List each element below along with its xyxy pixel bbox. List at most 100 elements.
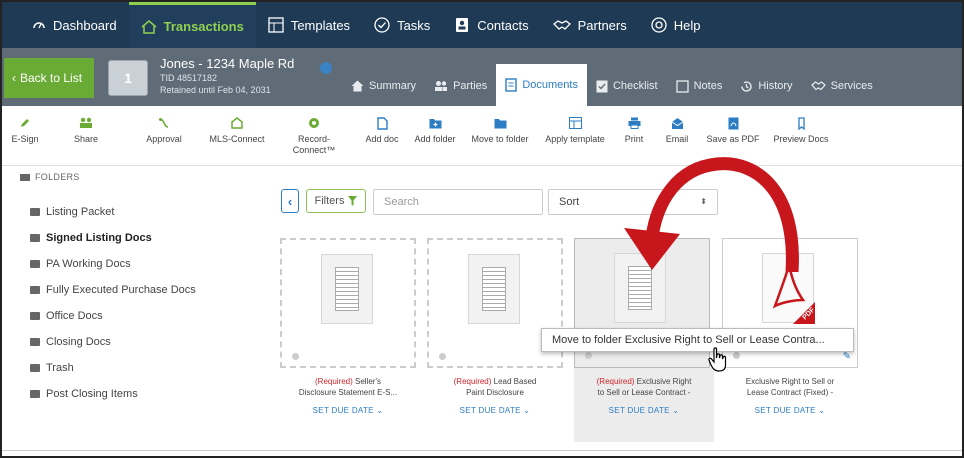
folder-icon xyxy=(30,286,40,294)
nav-contacts[interactable]: Contacts xyxy=(442,2,540,48)
handshake-icon xyxy=(552,18,571,32)
folder-icon xyxy=(20,173,30,181)
nav-help[interactable]: Help xyxy=(639,2,713,48)
folders-heading: FOLDERS xyxy=(20,172,260,182)
nav-label: Transactions xyxy=(163,19,244,34)
mls-icon xyxy=(231,116,243,130)
pen-icon xyxy=(19,116,31,130)
sort-label: Sort xyxy=(559,196,580,208)
tool-label: Record- Connect™ xyxy=(292,134,336,155)
document-select-dot[interactable] xyxy=(733,352,740,359)
tab-checklist[interactable]: Checklist xyxy=(587,66,667,106)
tab-services[interactable]: Services xyxy=(802,66,882,106)
filters-button[interactable]: Filters xyxy=(306,189,366,213)
approval-button[interactable]: Approval xyxy=(124,106,204,165)
tab-documents[interactable]: Documents xyxy=(496,64,587,106)
nav-label: Help xyxy=(673,17,701,33)
nav-tasks[interactable]: Tasks xyxy=(362,2,442,48)
add-doc-button[interactable]: Add doc xyxy=(358,106,406,165)
record-thumbnail: 1 xyxy=(108,60,148,96)
share-button[interactable]: Share xyxy=(48,106,124,165)
document-title-4[interactable]: Exclusive Right to Sell or Lease Contract… xyxy=(720,376,860,398)
doc-name-line1: Exclusive Right xyxy=(634,377,692,386)
tab-label: Summary xyxy=(369,80,417,92)
nav-dashboard[interactable]: Dashboard xyxy=(20,2,129,48)
document-select-dot[interactable] xyxy=(292,353,299,360)
set-due-date-link-3[interactable]: SET DUE DATE ⌄ xyxy=(574,406,714,415)
nav-templates[interactable]: Templates xyxy=(256,2,362,48)
folder-post-closing-items[interactable]: Post Closing Items xyxy=(30,388,138,400)
tab-label: Parties xyxy=(453,80,488,92)
apply-template-button[interactable]: Apply template xyxy=(536,106,614,165)
tab-label: Notes xyxy=(693,80,723,92)
folder-trash[interactable]: Trash xyxy=(30,362,74,374)
record-tid: TID 48517182 xyxy=(160,73,218,83)
back-to-list-button[interactable]: ‹ Back to List xyxy=(4,58,94,98)
chevron-down-icon: ⌄ xyxy=(818,406,826,415)
home-icon xyxy=(141,19,157,34)
e-sign-button[interactable]: E-Sign xyxy=(2,106,48,165)
record-connect-icon xyxy=(308,116,320,130)
chevron-down-icon: ⌄ xyxy=(376,406,384,415)
back-label: Back to List xyxy=(20,71,83,85)
history-icon xyxy=(740,80,753,93)
add-folder-icon xyxy=(429,116,442,130)
email-icon xyxy=(671,116,684,130)
record-retention[interactable]: Retained until Feb 04, 2031 xyxy=(160,85,294,95)
edit-pencil-icon[interactable]: ✎ xyxy=(843,351,851,362)
nav-transactions[interactable]: Transactions xyxy=(128,2,256,48)
hand-cursor-icon xyxy=(708,347,727,372)
folder-label: Trash xyxy=(46,362,74,374)
tab-parties[interactable]: Parties xyxy=(425,66,496,106)
document-select-dot[interactable] xyxy=(585,352,592,359)
nav-label: Templates xyxy=(290,17,351,33)
tab-label: History xyxy=(758,80,793,92)
folder-closing-docs[interactable]: Closing Docs xyxy=(30,336,111,348)
doc-name-line2: to Sell or Lease Contract - xyxy=(597,388,691,397)
tab-summary[interactable]: Summary xyxy=(342,66,425,106)
record-title: Jones - 1234 Maple Rd xyxy=(160,56,295,71)
document-title-3[interactable]: (Required) Exclusive Right to Sell or Lea… xyxy=(574,376,714,398)
document-thumbnail xyxy=(321,254,373,324)
folder-pa-working-docs[interactable]: PA Working Docs xyxy=(30,258,131,270)
record-dropdown-button[interactable] xyxy=(320,62,332,74)
add-folder-button[interactable]: Add folder xyxy=(406,106,464,165)
required-badge: (Required) xyxy=(453,377,492,386)
set-due-date-link-4[interactable]: SET DUE DATE ⌄ xyxy=(720,406,860,415)
folder-office-docs[interactable]: Office Docs xyxy=(30,310,103,322)
record-connect-button[interactable]: Record- Connect™ xyxy=(270,106,358,165)
document-select-dot[interactable] xyxy=(439,353,446,360)
mls-connect-button[interactable]: MLS-Connect xyxy=(204,106,270,165)
move-to-folder-button[interactable]: Move to folder xyxy=(464,106,536,165)
tool-label: MLS-Connect xyxy=(209,134,265,144)
folder-icon xyxy=(30,338,40,346)
required-badge: (Required) xyxy=(596,377,635,386)
tool-label: Approval xyxy=(146,134,182,144)
set-due-date-link-2[interactable]: SET DUE DATE ⌄ xyxy=(425,406,565,415)
folder-fully-executed-purchase-docs[interactable]: Fully Executed Purchase Docs xyxy=(30,284,196,296)
folder-icon xyxy=(30,234,40,242)
help-icon xyxy=(651,17,667,33)
folder-listing-packet[interactable]: Listing Packet xyxy=(30,206,114,218)
document-card-1[interactable] xyxy=(280,238,416,368)
document-title-2[interactable]: (Required) Lead Based Paint Disclosure xyxy=(425,376,565,398)
collapse-folders-button[interactable]: ‹ xyxy=(281,189,299,213)
folder-icon xyxy=(30,390,40,398)
folder-signed-listing-docs[interactable]: Signed Listing Docs xyxy=(30,232,152,244)
tab-history[interactable]: History xyxy=(731,66,801,106)
filters-label: Filters xyxy=(314,195,345,207)
add-doc-icon xyxy=(376,116,388,130)
document-thumbnail xyxy=(468,254,520,324)
preview-icon xyxy=(797,116,806,130)
set-due-date-link-1[interactable]: SET DUE DATE ⌄ xyxy=(278,406,418,415)
folder-label: PA Working Docs xyxy=(46,258,131,270)
top-navigation: Dashboard Transactions Templates Tasks C… xyxy=(2,2,962,48)
document-title-1[interactable]: (Required) Seller's Disclosure Statement … xyxy=(278,376,418,398)
nav-partners[interactable]: Partners xyxy=(541,2,639,48)
tab-notes[interactable]: Notes xyxy=(667,66,732,106)
search-input[interactable] xyxy=(373,189,543,215)
document-lines-icon xyxy=(628,266,652,310)
nav-label: Dashboard xyxy=(53,17,117,33)
folders-panel: FOLDERS xyxy=(20,172,260,182)
folder-label: Listing Packet xyxy=(46,206,115,218)
